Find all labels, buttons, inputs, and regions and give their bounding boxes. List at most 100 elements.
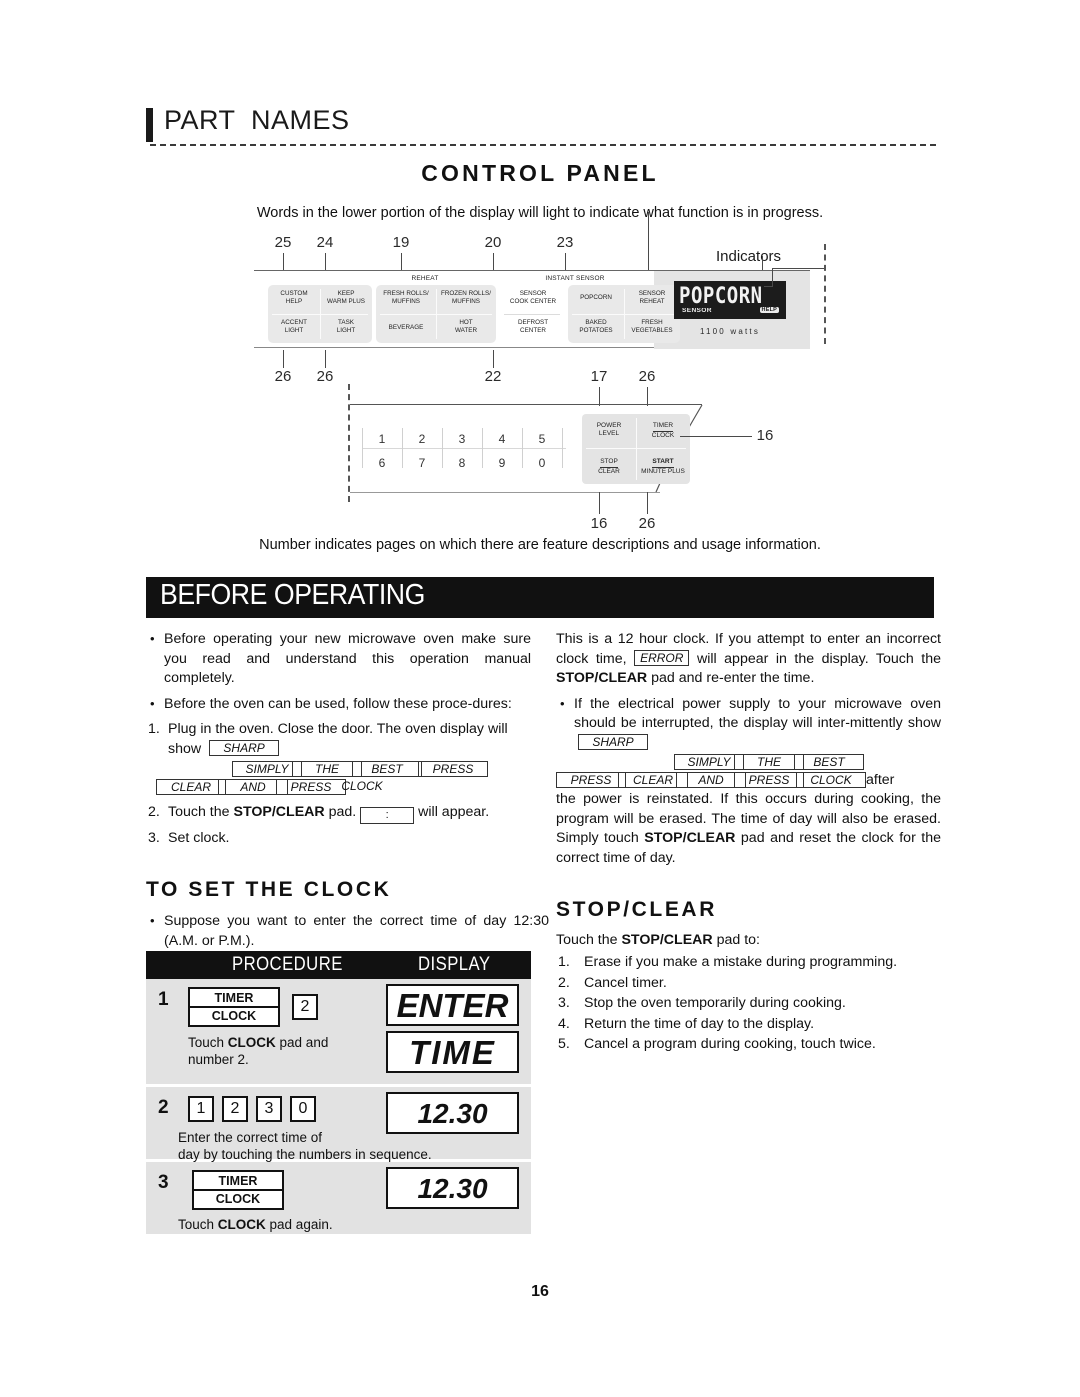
pad-keep-warm-plus[interactable]: KEEP WARM PLUS: [320, 290, 372, 305]
key-1[interactable]: 1: [371, 432, 393, 446]
row-1-timer-clock-pad[interactable]: TIMER CLOCK: [188, 987, 280, 1027]
list-item: 1. Erase if you make a mistake during pro…: [558, 954, 898, 970]
pad-stop-clear[interactable]: STOP CLEAR: [582, 458, 636, 476]
section-title: CONTROL PANEL: [421, 160, 659, 186]
pad-custom-help[interactable]: CUSTOM HELP: [268, 290, 320, 305]
key-9[interactable]: 9: [491, 456, 513, 470]
stop-clear-heading: STOP/CLEAR: [556, 898, 717, 921]
table-row: 2 1 2 3 0 Enter the correct time of day b…: [146, 1087, 531, 1162]
error-display-box: ERROR: [634, 649, 690, 666]
row-2-display-1: 12.30: [386, 1092, 519, 1134]
row-3-display-1: 12.30: [386, 1167, 519, 1209]
para-error-mid: will appear in the display. Touch the: [696, 650, 941, 667]
list-item: 4. Return the time of day to the display.: [558, 1015, 815, 1032]
callout-23: 23: [556, 234, 574, 251]
marquee1-word-press: PRESS: [418, 761, 488, 777]
key-3[interactable]: 3: [451, 432, 473, 446]
procedure-step-1: 1. Plug in the oven. Close the door. The…: [146, 720, 531, 759]
pad-frozen-rolls-muffins[interactable]: FROZEN ROLLS/MUFFINS: [436, 290, 496, 305]
pad-sensor-reheat[interactable]: SENSOR REHEAT: [624, 290, 680, 305]
callout-26a: 26: [274, 368, 292, 385]
marquee2-line-a: SIMPLY THE BEST: [578, 754, 941, 771]
row-2-key-2[interactable]: 2: [222, 1096, 248, 1122]
marquee2-word-sharp: SHARP: [578, 733, 648, 750]
bullet-read-manual: Before operating your new microwave oven…: [146, 629, 531, 689]
para-error-bold: STOP/CLEAR: [556, 670, 648, 686]
pad-beverage[interactable]: BEVERAGE: [376, 324, 436, 332]
pad-accent-light[interactable]: ACCENT LIGHT: [268, 319, 320, 334]
row-1-step: 1: [158, 989, 169, 1010]
row-3-timer-clock-pad[interactable]: TIMER CLOCK: [192, 1170, 284, 1210]
pad-defrost-center[interactable]: DEFROST CENTER: [502, 319, 564, 334]
step-2-pre: Touch the: [168, 804, 230, 820]
key-8[interactable]: 8: [451, 456, 473, 470]
stop-clear-list: 1. Erase if you make a mistake during pro…: [556, 952, 956, 1055]
list-item: 2. Cancel timer.: [558, 974, 667, 991]
leader-22: [493, 350, 494, 368]
pad-task-light[interactable]: TASK LIGHT: [320, 319, 372, 334]
before-operating-banner: BEFORE OPERATING: [146, 577, 934, 618]
pad-power-level[interactable]: POWER LEVEL: [582, 422, 636, 438]
group-label-reheat: REHEAT: [411, 275, 439, 282]
marquee2-word-press2: PRESS: [734, 772, 804, 788]
col-header-display: DISPLAY: [418, 954, 491, 975]
table-row: 1 TIMER CLOCK 2 Touch CLOCK pad and numb…: [146, 979, 531, 1087]
marquee1-word-clear: CLEAR: [156, 779, 226, 795]
step-2-post: will appear.: [418, 804, 490, 820]
right-column: This is a 12 hour clock. If you attempt …: [556, 630, 941, 874]
callout-26b: 26: [316, 368, 334, 385]
callout-22: 22: [484, 368, 502, 385]
marquee2-word-press: PRESS: [556, 772, 626, 788]
step-2-display-box: :: [360, 807, 415, 824]
pad-fresh-rolls-muffins[interactable]: FRESH ROLLS/MUFFINS: [376, 290, 436, 305]
marquee1-line-a: SIMPLY THE BEST PRESS: [168, 761, 531, 778]
marquee2-word-clock: CLOCK: [796, 772, 866, 788]
row-1-caption: Touch CLOCK pad and number 2.: [188, 1035, 329, 1067]
key-5[interactable]: 5: [531, 432, 553, 446]
callout-20: 20: [484, 234, 502, 251]
step-2-bold: STOP/CLEAR: [233, 804, 325, 820]
callout-16-bottom: 16: [590, 515, 608, 532]
row-3-pad-bot: CLOCK: [215, 1192, 261, 1206]
para-reinstated-bold: STOP/CLEAR: [644, 830, 736, 846]
lower-control-panel: 1 2 3 4 5 6 7 8 9 0 POWER LEVEL TIMER CLOC…: [350, 404, 750, 494]
pad-sensor-cook-center[interactable]: SENSOR COOK CENTER: [502, 290, 564, 305]
pad-baked-potatoes[interactable]: BAKED POTATOES: [568, 319, 624, 334]
section-intro: Words in the lower portion of the displa…: [256, 205, 824, 221]
leader-26b: [325, 350, 326, 368]
diagram-right-dash: [824, 244, 826, 344]
pad-start-minute-plus[interactable]: START MINUTE PLUS: [636, 458, 690, 476]
stop-clear-intro: Touch the STOP/CLEAR pad to:: [556, 932, 760, 948]
col-header-procedure: PROCEDURE: [232, 954, 343, 975]
header-divider: [150, 144, 936, 146]
page-number: 16: [531, 1283, 549, 1300]
row-3-caption: Touch CLOCK pad again.: [178, 1217, 333, 1232]
upper-control-panel: REHEAT INSTANT SENSOR CUSTOM HELP KEEP WAR…: [254, 270, 810, 349]
key-7[interactable]: 7: [411, 456, 433, 470]
stop-clear-body: Touch the STOP/CLEAR pad to: 1. Erase if …: [556, 930, 956, 1055]
key-2[interactable]: 2: [411, 432, 433, 446]
table-row: 3 TIMER CLOCK Touch CLOCK pad again. 12.…: [146, 1162, 531, 1234]
list-item: 3. Stop the oven temporarily during cooki…: [558, 995, 846, 1011]
key-4[interactable]: 4: [491, 432, 513, 446]
row-1-display-2: TIME: [386, 1031, 519, 1073]
pad-hot-water[interactable]: HOT WATER: [436, 319, 496, 334]
indicator-bracket-bot: [764, 286, 773, 287]
step-3-text: Set clock.: [168, 830, 230, 846]
key-0[interactable]: 0: [531, 456, 553, 470]
callout-17: 17: [590, 368, 608, 385]
row-2-key-0[interactable]: 0: [290, 1096, 316, 1122]
row-1-pad-top: TIMER: [190, 989, 278, 1008]
marquee2-word-best: BEST: [794, 754, 864, 770]
pad-fresh-vegetables[interactable]: FRESH VEGETABLES: [624, 319, 680, 334]
bullet-power-interrupt-text: If the electrical power supply to your m…: [574, 695, 941, 732]
row-2-key-3[interactable]: 3: [256, 1096, 282, 1122]
group-label-instant-sensor: INSTANT SENSOR: [545, 275, 605, 282]
key-6[interactable]: 6: [371, 456, 393, 470]
row-1-numkey[interactable]: 2: [292, 994, 318, 1020]
pad-popcorn[interactable]: POPCORN: [568, 294, 624, 302]
row-2-key-1[interactable]: 1: [188, 1096, 214, 1122]
leader-16-right: [680, 436, 752, 437]
marquee2-after-word: after: [866, 772, 895, 788]
marquee1-word-clock: CLOCK: [341, 779, 383, 793]
